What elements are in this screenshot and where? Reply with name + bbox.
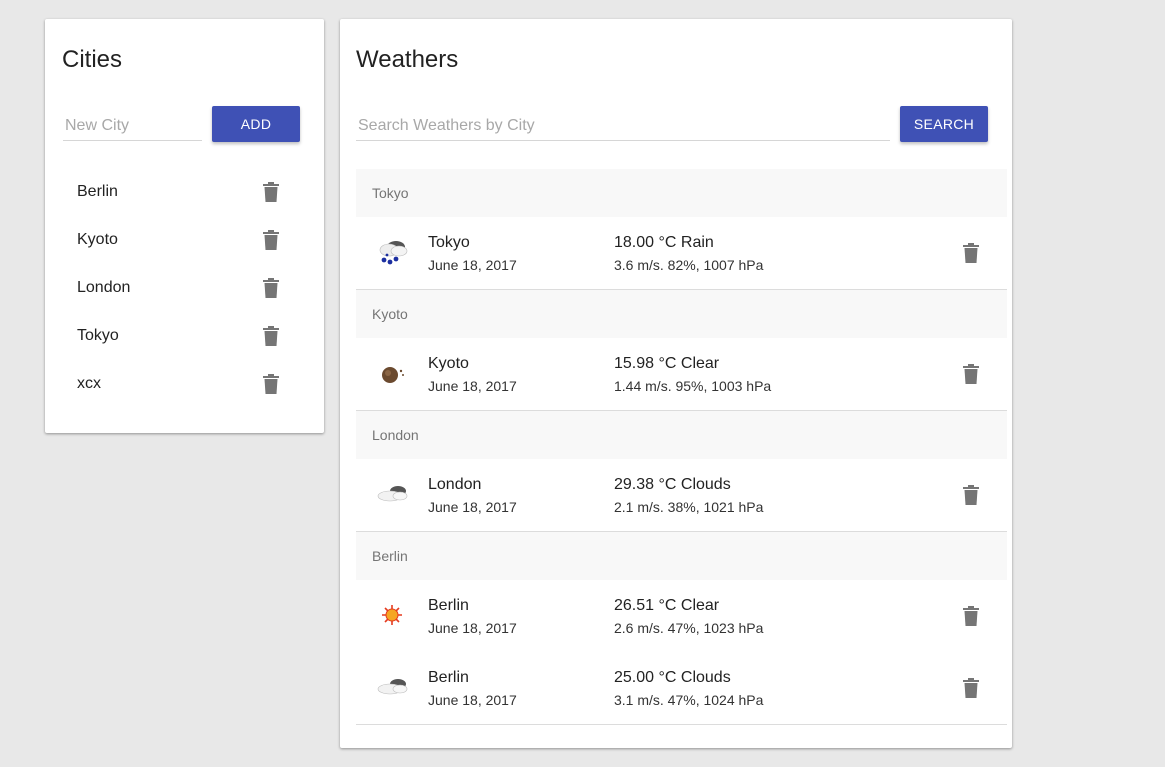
cities-card: Cities ADD Berlin Kyoto London Tokyo xcx	[45, 19, 324, 433]
weather-row: Berlin June 18, 2017 25.00 °C Clouds 3.1…	[356, 652, 1007, 725]
weather-detail: 3.6 m/s. 82%, 1007 hPa	[614, 257, 764, 273]
weather-date: June 18, 2017	[428, 692, 517, 708]
weather-temp: 29.38 °C Clouds	[614, 476, 731, 493]
new-city-input[interactable]	[63, 115, 202, 141]
weather-row: Tokyo June 18, 2017 18.00 °C Rain 3.6 m/…	[356, 217, 1007, 290]
clouds-icon	[377, 486, 408, 502]
search-button[interactable]: SEARCH	[900, 106, 988, 142]
trash-icon[interactable]	[263, 230, 279, 250]
weather-date: June 18, 2017	[428, 499, 517, 515]
weather-row: Berlin June 18, 2017 26.51 °C Clear 2.6 …	[356, 580, 1007, 652]
add-city-button[interactable]: ADD	[212, 106, 300, 142]
weathers-card: Weathers SEARCH Tokyo Tokyo June 18, 201…	[340, 19, 1012, 748]
city-name: Tokyo	[77, 327, 119, 344]
weathers-title: Weathers	[356, 46, 459, 73]
trash-icon[interactable]	[263, 278, 279, 298]
city-list: Berlin Kyoto London Tokyo xcx	[45, 168, 324, 408]
city-list-item[interactable]: Tokyo	[45, 312, 324, 360]
weather-detail: 3.1 m/s. 47%, 1024 hPa	[614, 692, 764, 708]
weather-date: June 18, 2017	[428, 620, 517, 636]
trash-icon[interactable]	[263, 182, 279, 202]
cities-title: Cities	[62, 46, 123, 73]
weather-temp: 26.51 °C Clear	[614, 597, 720, 614]
weather-temp: 25.00 °C Clouds	[614, 669, 731, 686]
city-name: xcx	[77, 375, 101, 392]
trash-icon[interactable]	[963, 243, 979, 263]
sun-icon	[382, 605, 402, 625]
clouds-icon	[377, 679, 408, 695]
city-name: Kyoto	[77, 231, 118, 248]
city-name: London	[77, 279, 131, 296]
city-list-item[interactable]: Berlin	[45, 168, 324, 216]
weather-detail: 1.44 m/s. 95%, 1003 hPa	[614, 378, 772, 394]
group-header-tokyo: Tokyo	[356, 169, 1007, 217]
group-header-london: London	[356, 411, 1007, 459]
city-list-item[interactable]: London	[45, 264, 324, 312]
weather-city: Kyoto	[428, 355, 469, 372]
search-weather-input[interactable]	[356, 115, 890, 141]
weather-date: June 18, 2017	[428, 257, 517, 273]
weather-row: Kyoto June 18, 2017 15.98 °C Clear 1.44 …	[356, 338, 1007, 411]
trash-icon[interactable]	[963, 606, 979, 626]
trash-icon[interactable]	[963, 485, 979, 505]
weather-detail: 2.1 m/s. 38%, 1021 hPa	[614, 499, 764, 515]
rain-cloud-icon	[379, 241, 408, 265]
weather-city: Berlin	[428, 597, 469, 614]
group-header-kyoto: Kyoto	[356, 290, 1007, 338]
trash-icon[interactable]	[963, 364, 979, 384]
weather-temp: 15.98 °C Clear	[614, 355, 720, 372]
trash-icon[interactable]	[263, 374, 279, 394]
trash-icon[interactable]	[263, 326, 279, 346]
weather-detail: 2.6 m/s. 47%, 1023 hPa	[614, 620, 764, 636]
weather-row: London June 18, 2017 29.38 °C Clouds 2.1…	[356, 459, 1007, 532]
city-list-item[interactable]: xcx	[45, 360, 324, 408]
weather-list: Tokyo Tokyo June 18, 2017 18.00 °C Rain …	[356, 169, 1007, 725]
trash-icon[interactable]	[963, 678, 979, 698]
weather-city: London	[428, 476, 482, 493]
city-list-item[interactable]: Kyoto	[45, 216, 324, 264]
weather-date: June 18, 2017	[428, 378, 517, 394]
weather-city: Berlin	[428, 669, 469, 686]
weather-city: Tokyo	[428, 234, 470, 251]
weather-temp: 18.00 °C Rain	[614, 234, 714, 251]
clear-night-icon	[382, 367, 404, 383]
group-header-berlin: Berlin	[356, 532, 1007, 580]
city-name: Berlin	[77, 183, 118, 200]
